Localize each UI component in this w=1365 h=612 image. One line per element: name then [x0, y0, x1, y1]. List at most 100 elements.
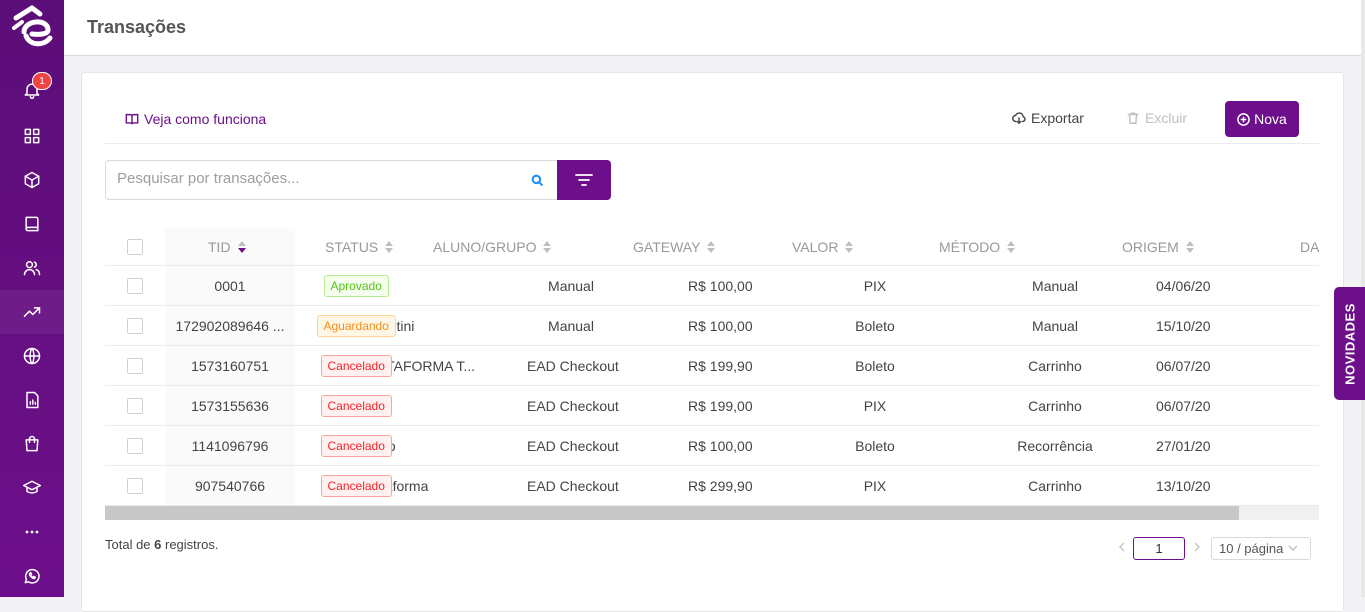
- grid-icon[interactable]: [20, 124, 44, 148]
- cell-metodo: PIX: [863, 478, 887, 494]
- page-header: Transações: [64, 0, 1361, 56]
- cloud-download-icon: [1012, 112, 1026, 124]
- status-badge: Cancelado: [320, 395, 392, 417]
- select-all-checkbox[interactable]: [127, 239, 143, 255]
- filter-button[interactable]: [557, 160, 611, 200]
- toolbar-divider: [105, 143, 1319, 144]
- search-icon[interactable]: [531, 174, 544, 187]
- horizontal-scrollbar[interactable]: [105, 506, 1319, 520]
- cell-tid: 172902089646 ...: [175, 318, 285, 334]
- cell-data: 06/07/20: [1156, 398, 1211, 414]
- cell-metodo: Boleto: [855, 358, 895, 374]
- row-checkbox[interactable]: [127, 398, 143, 414]
- more-icon[interactable]: [20, 520, 44, 544]
- cell-gateway: EAD Checkout: [527, 478, 619, 494]
- cell-metodo: Boleto: [855, 438, 895, 454]
- table-row[interactable]: 907540766EAD PlataformaEAD CheckoutR$ 29…: [105, 466, 1319, 506]
- cell-origem: Recorrência: [1017, 438, 1093, 454]
- export-button[interactable]: Exportar: [1012, 110, 1084, 126]
- how-it-works-link[interactable]: Veja como funciona: [125, 111, 266, 127]
- cell-origem: Carrinho: [1028, 358, 1082, 374]
- cell-gateway: EAD Checkout: [527, 358, 619, 374]
- cell-valor: R$ 199,00: [688, 398, 753, 414]
- cell-valor: R$ 100,00: [688, 438, 753, 454]
- cell-tid: 907540766: [194, 478, 266, 494]
- table-row[interactable]: 1573155636Julia testeEAD CheckoutR$ 199,…: [105, 386, 1319, 426]
- status-badge: Cancelado: [320, 435, 392, 457]
- table-row[interactable]: 172902089646 ...Julia AmantiniManualR$ 1…: [105, 306, 1319, 346]
- row-checkbox[interactable]: [127, 318, 143, 334]
- page-title: Transações: [87, 17, 187, 37]
- cell-gateway: Manual: [548, 318, 594, 334]
- status-badge: Cancelado: [320, 475, 392, 497]
- cell-data: 04/06/20: [1156, 278, 1211, 294]
- column-header-tid[interactable]: TID: [208, 239, 246, 255]
- total-records: Total de 6 registros.: [105, 537, 219, 552]
- chevron-left-icon: [1118, 542, 1125, 552]
- cell-metodo: Boleto: [855, 318, 895, 334]
- shopping-bag-icon[interactable]: [20, 432, 44, 456]
- page-number-current[interactable]: 1: [1133, 537, 1185, 560]
- cube-icon[interactable]: [20, 168, 44, 192]
- table-header: TID STATUS ALUNO/GRUPO GATEWAY VALOR MÉT…: [105, 228, 1319, 266]
- status-badge: Aprovado: [323, 275, 389, 297]
- table-row[interactable]: 1573160751 EAD PLATAFORMA T... EAD Checkou…: [105, 346, 1319, 386]
- search-input[interactable]: [117, 170, 517, 187]
- row-checkbox[interactable]: [127, 358, 143, 374]
- cell-valor: R$ 299,90: [688, 478, 753, 494]
- column-header-data[interactable]: DA: [1300, 239, 1319, 255]
- report-icon[interactable]: [20, 388, 44, 412]
- column-header-gateway[interactable]: GATEWAY: [633, 239, 716, 255]
- whatsapp-icon[interactable]: [20, 564, 44, 588]
- sort-icon: [1185, 241, 1194, 253]
- page-size-select[interactable]: 10 / página: [1211, 537, 1311, 560]
- trash-icon: [1127, 112, 1139, 124]
- cell-tid: 0001: [214, 278, 246, 294]
- novidades-tab[interactable]: NOVIDADES: [1334, 287, 1365, 400]
- column-header-origem[interactable]: ORIGEM: [1122, 239, 1194, 255]
- graduation-cap-icon[interactable]: [20, 476, 44, 500]
- new-transaction-button[interactable]: Nova: [1225, 101, 1299, 137]
- cell-metodo: PIX: [863, 278, 887, 294]
- cell-valor: R$ 100,00: [688, 278, 753, 294]
- cell-origem: Carrinho: [1028, 478, 1082, 494]
- book-icon[interactable]: [20, 212, 44, 236]
- export-label: Exportar: [1031, 110, 1084, 126]
- row-checkbox[interactable]: [127, 438, 143, 454]
- logo[interactable]: [10, 4, 54, 50]
- table-row[interactable]: 1141096796Julia AlunoEAD CheckoutR$ 100,…: [105, 426, 1319, 466]
- next-page-button[interactable]: [1192, 540, 1202, 554]
- column-header-valor[interactable]: VALOR: [792, 239, 854, 255]
- row-checkbox[interactable]: [127, 478, 143, 494]
- delete-label: Excluir: [1145, 110, 1188, 126]
- horizontal-scrollbar-thumb[interactable]: [105, 506, 1239, 520]
- users-icon[interactable]: [20, 256, 44, 280]
- sidebar: 1: [0, 0, 64, 597]
- cell-origem: Manual: [1032, 278, 1078, 294]
- cell-valor: R$ 100,00: [688, 318, 753, 334]
- trending-up-icon[interactable]: [20, 300, 44, 324]
- sort-icon: [385, 241, 394, 253]
- new-label: Nova: [1254, 111, 1287, 127]
- cell-gateway: EAD Checkout: [527, 438, 619, 454]
- delete-button[interactable]: Excluir: [1126, 110, 1187, 126]
- table-row[interactable]: 0001RenatoManualR$ 100,00PIXManual04/06/…: [105, 266, 1319, 306]
- sort-icon: [845, 241, 854, 253]
- sort-icon: [237, 241, 246, 253]
- chevron-right-icon: [1193, 542, 1200, 552]
- filter-icon: [575, 174, 593, 186]
- column-header-aluno[interactable]: ALUNO/GRUPO: [433, 239, 552, 255]
- cell-data: 06/07/20: [1156, 358, 1211, 374]
- cell-data: 13/10/20: [1156, 478, 1211, 494]
- chevron-down-icon: [1288, 545, 1298, 551]
- novidades-label: NOVIDADES: [1342, 302, 1357, 385]
- prev-page-button[interactable]: [1116, 540, 1126, 554]
- cell-metodo: PIX: [863, 398, 887, 414]
- cell-gateway: EAD Checkout: [527, 398, 619, 414]
- row-checkbox[interactable]: [127, 278, 143, 294]
- cell-origem: Manual: [1032, 318, 1078, 334]
- globe-icon[interactable]: [20, 344, 44, 368]
- column-header-metodo[interactable]: MÉTODO: [939, 239, 1016, 255]
- cell-origem: Carrinho: [1028, 398, 1082, 414]
- column-header-status[interactable]: STATUS: [325, 239, 394, 255]
